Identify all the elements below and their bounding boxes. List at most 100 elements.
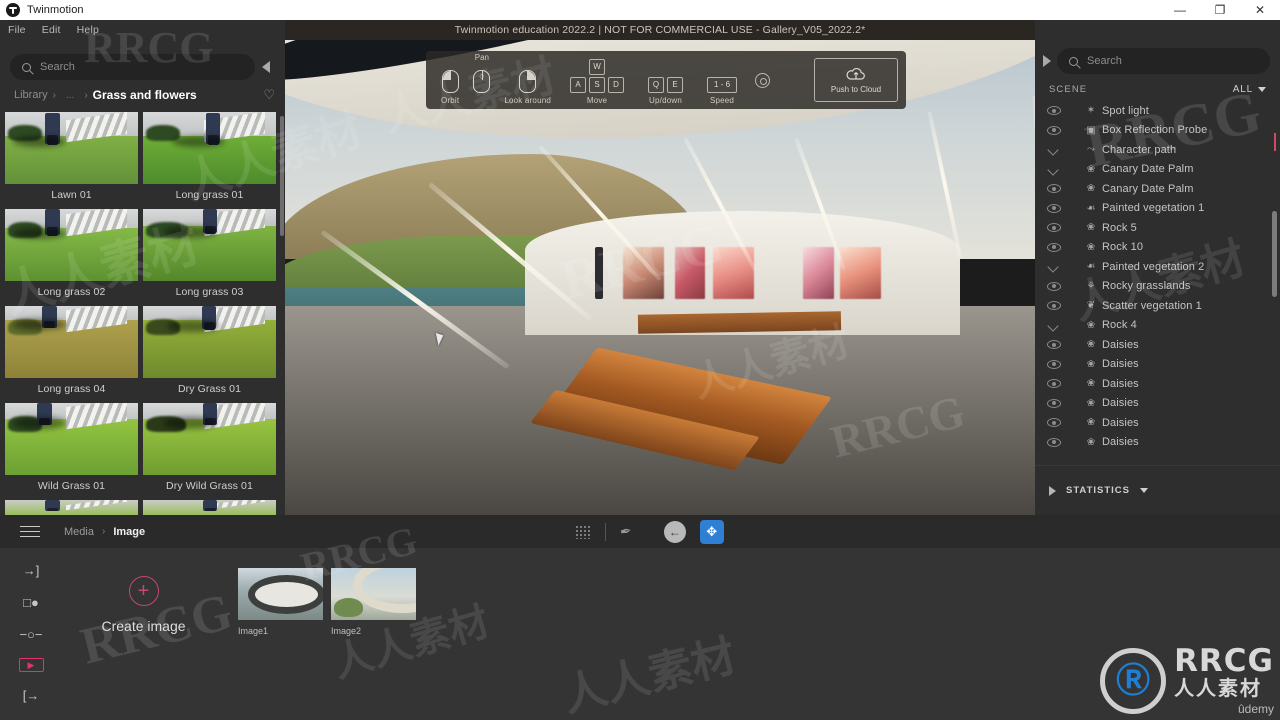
- key-d[interactable]: D: [608, 77, 625, 93]
- favorite-heart-icon[interactable]: ♡: [263, 87, 275, 103]
- maximize-button[interactable]: ❐: [1200, 0, 1240, 20]
- library-item[interactable]: Long grass 02: [5, 209, 138, 300]
- visibility-toggle-icon[interactable]: [1047, 125, 1061, 135]
- speed-range-key[interactable]: 1 - 6: [707, 77, 738, 93]
- scene-item[interactable]: ❀ Daisies: [1035, 335, 1280, 355]
- nav-updown[interactable]: Q E Up/down: [636, 55, 695, 105]
- visibility-toggle-icon[interactable]: [1047, 301, 1061, 311]
- scene-item[interactable]: ❀ Daisies: [1035, 413, 1280, 433]
- scene-item[interactable]: ❀ Daisies: [1035, 374, 1280, 394]
- media-image-item[interactable]: Image2: [331, 568, 416, 636]
- scene-item[interactable]: ❀ Daisies: [1035, 433, 1280, 453]
- visibility-toggle-icon[interactable]: [1047, 379, 1061, 389]
- media-image-item[interactable]: Image1: [238, 568, 323, 636]
- viewport-3d[interactable]: Orbit Pan ○ Look around W A S D Move Q E…: [285, 40, 1035, 515]
- scene-item[interactable]: ❀ Canary Date Palm: [1035, 160, 1280, 180]
- library-scrollbar[interactable]: [280, 116, 284, 236]
- close-button[interactable]: ✕: [1240, 0, 1280, 20]
- menu-item-file[interactable]: File: [8, 24, 26, 36]
- expand-collapse-icon[interactable]: [1047, 321, 1061, 330]
- scene-item[interactable]: ❀ Rock 4: [1035, 316, 1280, 336]
- presentation-icon[interactable]: □●: [18, 594, 44, 611]
- menu-item-help[interactable]: Help: [77, 24, 99, 36]
- key-q[interactable]: Q: [648, 77, 665, 93]
- library-item[interactable]: Wild Grass 01: [5, 403, 138, 494]
- nav-move[interactable]: W A S D Move: [558, 55, 636, 105]
- library-item[interactable]: Long grass 01: [143, 112, 276, 203]
- import-icon[interactable]: →]: [18, 562, 44, 579]
- scene-item[interactable]: ⚘ Rocky grasslands: [1035, 277, 1280, 297]
- visibility-toggle-icon[interactable]: [1047, 359, 1061, 369]
- breadcrumb-ellipsis[interactable]: ...: [66, 90, 74, 101]
- visibility-toggle-icon[interactable]: [1047, 184, 1061, 194]
- scene-item[interactable]: ❀ Rock 5: [1035, 218, 1280, 238]
- library-item-thumbnail: [143, 209, 276, 281]
- library-item[interactable]: Long grass 03: [143, 209, 276, 300]
- visibility-toggle-icon[interactable]: [1047, 418, 1061, 428]
- expand-scene-panel-icon[interactable]: [1043, 55, 1051, 67]
- gear-icon[interactable]: [755, 72, 771, 88]
- push-to-cloud-button[interactable]: Push to Cloud: [814, 58, 898, 102]
- menu-item-edit[interactable]: Edit: [42, 24, 61, 36]
- visibility-toggle-icon[interactable]: [1047, 437, 1061, 447]
- grid-icon[interactable]: [575, 524, 591, 539]
- expand-statistics-icon[interactable]: [1049, 485, 1056, 496]
- library-item[interactable]: Dry Wild Grass 01: [143, 403, 276, 494]
- scene-item[interactable]: ❀ Rock 10: [1035, 238, 1280, 258]
- back-button[interactable]: ←: [663, 520, 686, 543]
- scene-item[interactable]: ⤳ Character path: [1035, 140, 1280, 160]
- collapse-library-button[interactable]: [255, 61, 277, 73]
- key-e[interactable]: E: [667, 77, 684, 93]
- visibility-toggle-icon[interactable]: [1047, 203, 1061, 213]
- library-item[interactable]: [143, 500, 276, 515]
- visibility-toggle-icon[interactable]: [1047, 340, 1061, 350]
- visibility-toggle-icon[interactable]: [1047, 281, 1061, 291]
- chevron-down-icon[interactable]: [1140, 488, 1149, 493]
- visibility-toggle-icon[interactable]: [1047, 242, 1061, 252]
- scene-item[interactable]: ☙ Painted vegetation 2: [1035, 257, 1280, 277]
- create-image-button[interactable]: + Create image: [96, 576, 191, 634]
- visibility-toggle-icon[interactable]: [1047, 106, 1061, 116]
- scene-item-label: Spot light: [1102, 104, 1149, 117]
- nav-orbit[interactable]: Orbit: [434, 55, 466, 105]
- eye-icon[interactable]: [955, 66, 977, 80]
- pipette-icon[interactable]: ✒: [619, 522, 634, 541]
- hamburger-menu-icon[interactable]: [20, 525, 40, 538]
- library-item[interactable]: Long grass 04: [5, 306, 138, 397]
- library-item[interactable]: Lawn 01: [5, 112, 138, 203]
- scene-item[interactable]: ✶ Spot light: [1035, 101, 1280, 121]
- visibility-toggle-icon[interactable]: [1047, 398, 1061, 408]
- statistics-section[interactable]: STATISTICS: [1035, 465, 1280, 515]
- scene-item[interactable]: ❀ Canary Date Palm: [1035, 179, 1280, 199]
- animation-icon[interactable]: −○−: [18, 626, 44, 643]
- scene-tree[interactable]: ✶ Spot light ▣ Box Reflection Probe ⤳ Chara…: [1035, 101, 1280, 479]
- expand-collapse-icon[interactable]: [1047, 165, 1061, 174]
- nav-speed[interactable]: 1 - 6 Speed: [695, 55, 749, 105]
- expand-collapse-icon[interactable]: [1047, 262, 1061, 271]
- key-w[interactable]: W: [589, 59, 606, 75]
- key-s[interactable]: S: [589, 77, 606, 93]
- library-search-input[interactable]: Search: [10, 54, 255, 80]
- library-item[interactable]: [5, 500, 138, 515]
- media-breadcrumb-root[interactable]: Media: [64, 526, 94, 538]
- key-a[interactable]: A: [570, 77, 587, 93]
- scene-item[interactable]: ❦ Scatter vegetation 1: [1035, 296, 1280, 316]
- export-icon[interactable]: [→: [18, 687, 44, 704]
- scene-item[interactable]: ❀ Daisies: [1035, 394, 1280, 414]
- scene-filter-dropdown[interactable]: ALL: [1233, 84, 1266, 95]
- expand-collapse-icon[interactable]: [1047, 145, 1061, 154]
- panel-layout-icon[interactable]: [907, 66, 927, 80]
- move-tool-button[interactable]: ✥: [699, 519, 724, 544]
- scene-scrollbar[interactable]: [1272, 211, 1277, 297]
- scene-item[interactable]: ▣ Box Reflection Probe: [1035, 121, 1280, 141]
- breadcrumb-library[interactable]: Library: [14, 89, 48, 101]
- media-image-tab-icon[interactable]: ▶: [18, 658, 44, 672]
- library-item[interactable]: Dry Grass 01: [143, 306, 276, 397]
- scene-item[interactable]: ❀ Daisies: [1035, 355, 1280, 375]
- nav-pan[interactable]: Pan ○: [466, 53, 497, 105]
- scene-item[interactable]: ☙ Painted vegetation 1: [1035, 199, 1280, 219]
- minimize-button[interactable]: —: [1160, 0, 1200, 20]
- scene-search-input[interactable]: Search: [1057, 48, 1270, 74]
- nav-look-around[interactable]: Look around: [497, 55, 558, 105]
- visibility-toggle-icon[interactable]: [1047, 223, 1061, 233]
